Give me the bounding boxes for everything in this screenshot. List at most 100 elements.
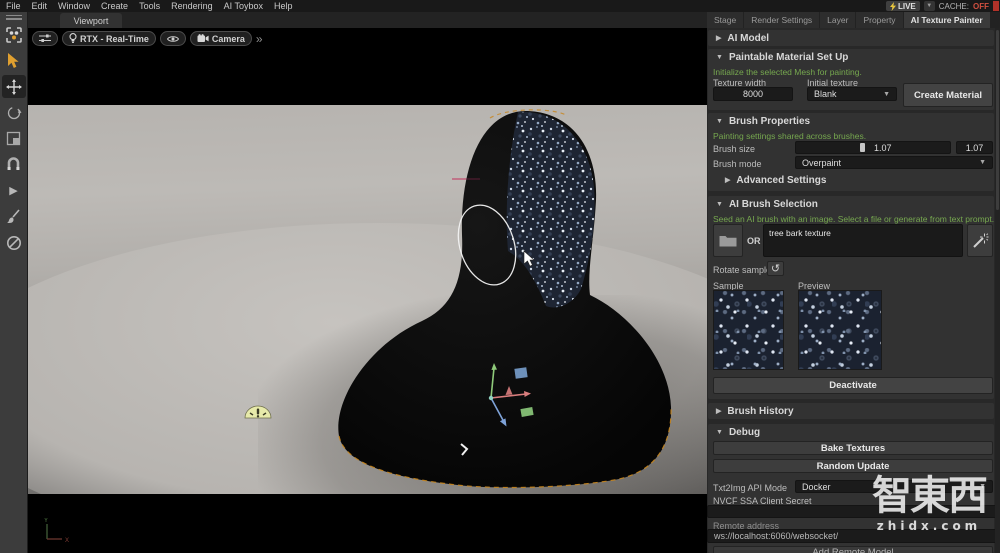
camera-label: Camera	[212, 34, 245, 44]
api-mode-dropdown[interactable]: Docker ▼	[795, 480, 993, 493]
menu-window[interactable]: Window	[58, 1, 90, 11]
sample-texture-image	[713, 290, 784, 370]
tab-stage[interactable]: Stage	[707, 12, 743, 28]
live-dropdown-button[interactable]: ▼	[924, 1, 935, 11]
section-debug-header[interactable]: ▼ Debug	[708, 424, 994, 440]
menu-help[interactable]: Help	[274, 1, 293, 11]
panel-body: ▶ AI Model ▼ Paintable Material Set Up I…	[707, 28, 1000, 553]
brush-size-field[interactable]: 1.07	[956, 141, 993, 154]
prohibition-icon	[6, 235, 22, 251]
brush-properties-hint: Painting settings shared across brushes.	[713, 131, 866, 141]
generate-button[interactable]	[967, 224, 993, 257]
dropdown-value: Docker	[802, 482, 831, 492]
brush-mode-label: Brush mode	[713, 159, 762, 169]
section-ai-brush-header[interactable]: ▼ AI Brush Selection	[708, 196, 994, 212]
section-title: Paintable Material Set Up	[729, 52, 848, 63]
snap-tool[interactable]	[2, 153, 26, 176]
texture-width-input[interactable]: 8000	[713, 87, 793, 101]
expand-arrow-icon: ▼	[716, 54, 723, 61]
move-tool[interactable]	[2, 75, 26, 98]
chevron-down-icon: ▼	[979, 483, 986, 490]
section-ai-model-header[interactable]: ▶ AI Model	[708, 30, 994, 46]
cache-status-value: OFF	[973, 2, 989, 11]
scale-tool[interactable]	[2, 127, 26, 150]
panel-tabbar: Stage Render Settings Layer Property AI …	[707, 12, 1000, 28]
bake-textures-button[interactable]: Bake Textures	[713, 441, 993, 455]
section-brush-properties-header[interactable]: ▼ Brush Properties	[708, 113, 994, 129]
initial-texture-dropdown[interactable]: Blank ▼	[807, 87, 897, 101]
rotate-sample-label: Rotate sample	[713, 265, 771, 275]
camera-select-button[interactable]: Camera	[190, 31, 252, 46]
play-tool[interactable]: ▶	[2, 179, 26, 202]
viewport-3d[interactable]: RTX - Real-Time Camera »	[28, 28, 707, 553]
cache-label: CACHE:	[939, 2, 969, 11]
paint-brush-icon	[6, 209, 21, 224]
slider-handle[interactable]	[860, 143, 865, 152]
menu-rendering[interactable]: Rendering	[171, 1, 213, 11]
toolbar-grip-icon[interactable]	[6, 15, 22, 20]
scrollbar-thumb[interactable]	[996, 30, 999, 210]
tab-ai-texture-painter[interactable]: AI Texture Painter	[904, 12, 990, 28]
brush-mode-dropdown[interactable]: Overpaint ▼	[795, 156, 993, 169]
menu-file[interactable]: File	[6, 1, 21, 11]
tab-render-settings[interactable]: Render Settings	[744, 12, 819, 28]
rotate-sample-button[interactable]: ↺	[767, 261, 784, 276]
api-mode-label: Txt2Img API Mode	[713, 483, 787, 493]
menu-ai-toybox[interactable]: AI Toybox	[224, 1, 263, 11]
nvcf-secret-input[interactable]	[707, 505, 1000, 518]
camera-icon	[197, 34, 209, 43]
section-ai-model: ▶ AI Model	[708, 30, 994, 46]
render-scene[interactable]	[28, 105, 707, 494]
disable-tool[interactable]	[2, 231, 26, 254]
panel-scrollbar[interactable]	[995, 28, 1000, 553]
viewport-tabstrip: Viewport	[28, 12, 707, 28]
app-window: File Edit Window Create Tools Rendering …	[0, 0, 1000, 553]
tab-viewport[interactable]: Viewport	[60, 13, 122, 28]
axis-y-label: Y	[44, 518, 48, 524]
add-remote-model-button[interactable]: Add Remote Model	[713, 546, 993, 553]
section-paintable-header[interactable]: ▼ Paintable Material Set Up	[708, 49, 994, 65]
selection-mode-tool[interactable]	[2, 23, 26, 46]
chevron-down-icon: ▼	[979, 159, 986, 166]
section-title: Brush History	[727, 406, 793, 417]
brush-size-slider[interactable]: 1.07	[795, 141, 951, 154]
tab-layer[interactable]: Layer	[820, 12, 855, 28]
expand-arrow-icon: ▼	[716, 201, 723, 208]
scale-square-icon	[6, 131, 21, 146]
preview-texture-image	[798, 290, 882, 370]
section-title: Advanced Settings	[736, 175, 826, 186]
section-title: Brush Properties	[729, 116, 810, 127]
cursor-select-tool[interactable]	[2, 49, 26, 72]
rotate-tool[interactable]	[2, 101, 26, 124]
magnet-icon	[6, 157, 21, 172]
brush-size-label: Brush size	[713, 144, 755, 154]
menu-edit[interactable]: Edit	[32, 1, 48, 11]
viewport-settings-button[interactable]	[32, 31, 58, 46]
remote-address-input[interactable]: ws://localhost:6060/websocket/	[707, 529, 1000, 543]
toolbar-expand-icon[interactable]: »	[256, 33, 263, 45]
chevron-down-icon: ▼	[926, 3, 932, 9]
create-material-button[interactable]: Create Material	[903, 83, 993, 107]
visibility-button[interactable]	[160, 31, 186, 46]
menu-tools[interactable]: Tools	[139, 1, 160, 11]
paint-brush-tool[interactable]	[2, 205, 26, 228]
open-file-button[interactable]	[713, 224, 743, 257]
section-title: AI Brush Selection	[729, 199, 818, 210]
or-label: OR	[747, 236, 761, 246]
section-title: AI Model	[727, 33, 769, 44]
live-sync-button[interactable]: LIVE	[886, 1, 920, 11]
right-panel: Stage Render Settings Layer Property AI …	[707, 12, 1000, 553]
random-update-button[interactable]: Random Update	[713, 459, 993, 473]
deactivate-button[interactable]: Deactivate	[713, 377, 993, 394]
lightbulb-icon	[69, 33, 77, 44]
axis-helper: Y X	[38, 516, 72, 546]
section-brush-history-header[interactable]: ▶ Brush History	[708, 403, 994, 419]
renderer-select-button[interactable]: RTX - Real-Time	[62, 31, 156, 46]
tab-property[interactable]: Property	[856, 12, 902, 28]
prompt-text-input[interactable]: tree bark texture	[763, 224, 963, 257]
advanced-settings-header[interactable]: ▶ Advanced Settings	[717, 172, 834, 188]
menu-create[interactable]: Create	[101, 1, 128, 11]
chevron-down-icon: ▼	[883, 91, 890, 98]
collapse-arrow-icon: ▶	[716, 407, 721, 415]
sliders-icon	[39, 34, 51, 43]
